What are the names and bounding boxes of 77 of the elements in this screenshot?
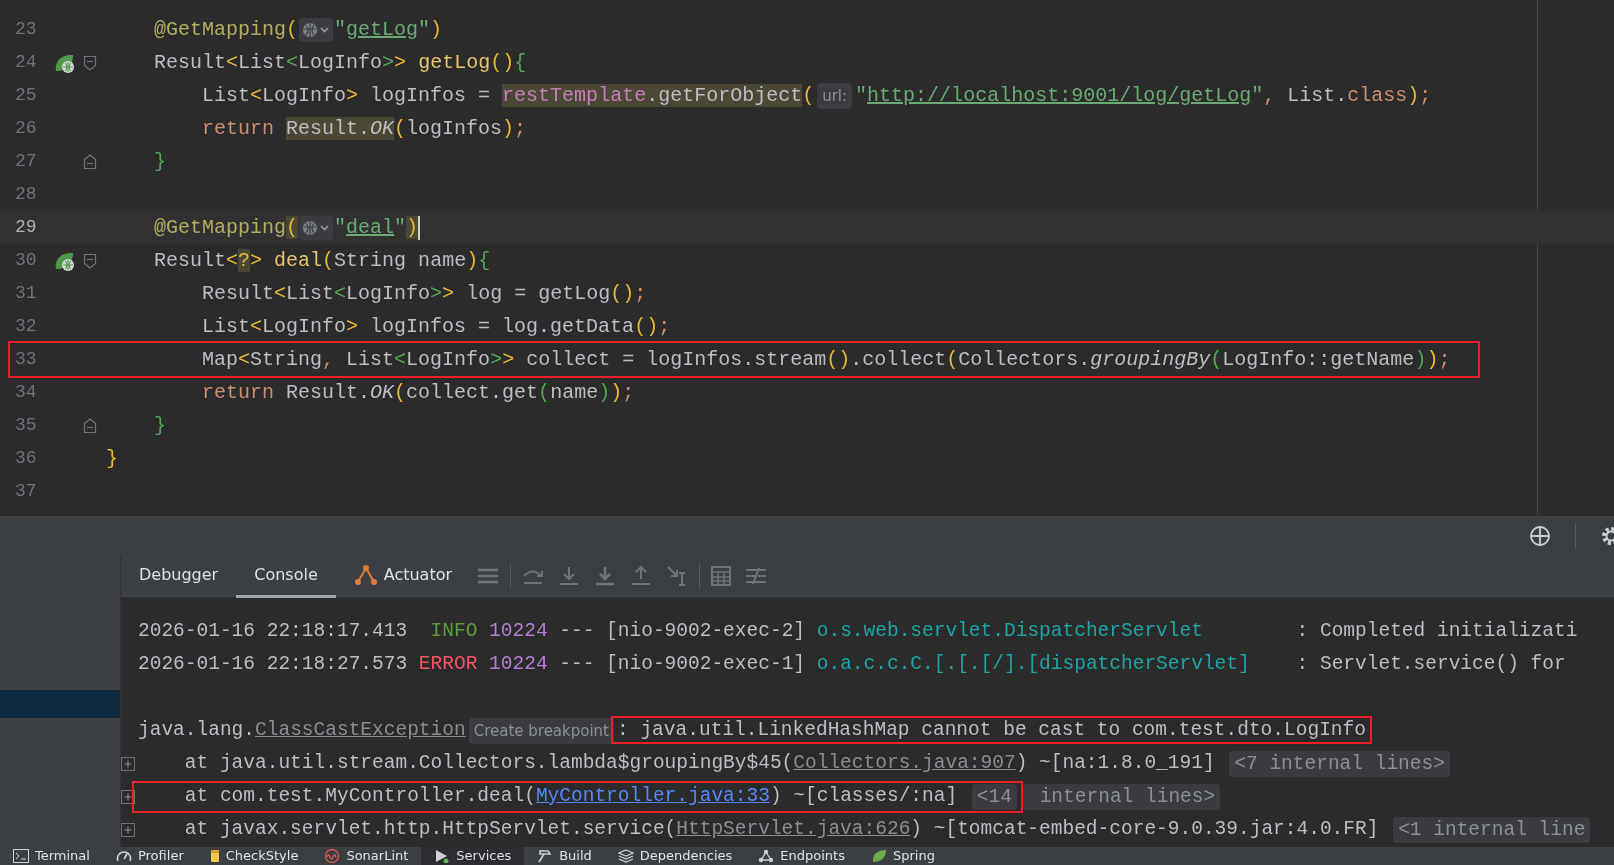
code-text: return Result.OK(logInfos); bbox=[201, 115, 527, 142]
terminal-icon bbox=[13, 849, 29, 863]
tool-window-button[interactable]: CheckStyle bbox=[196, 847, 312, 865]
expand-icon[interactable] bbox=[121, 789, 135, 804]
link[interactable]: getLog bbox=[346, 17, 419, 41]
line-number: 34 bbox=[14, 381, 38, 404]
actuator-icon bbox=[353, 563, 378, 586]
code-text: Map<String, List<LogInfo>> collect = logInfos.stream().collect(Collectors.groupingBy(LogInfo::getName)); bbox=[201, 346, 1451, 373]
line-number: 33 bbox=[14, 348, 38, 371]
crosshair-icon[interactable] bbox=[1529, 524, 1551, 547]
line-number: 26 bbox=[14, 117, 38, 140]
line-number: 30 bbox=[14, 249, 38, 272]
code-text: List<LogInfo> logInfos = restTemplate.getForObject( bbox=[201, 82, 815, 109]
tool-window-button[interactable]: Endpoints bbox=[745, 847, 858, 865]
tool-window-button[interactable]: SonarLint bbox=[311, 847, 422, 865]
code-text: } bbox=[153, 412, 166, 439]
console-text: at javax.servlet.http.HttpServlet.service(HttpServlet.java:626) ~[tomcat-embed-core-9.0.39.jar:4.0.FR] bbox=[183, 816, 1380, 842]
tool-window-button[interactable]: Build bbox=[524, 847, 605, 865]
code-text: Result<?> deal(String name){ bbox=[153, 247, 491, 274]
link[interactable]: deal bbox=[346, 215, 395, 239]
code-text: "http://localhost:9001/log/getLog", List.class); bbox=[855, 82, 1432, 109]
console-text: 2026-01-16 22:18:27.573 ERROR 10224 --- [nio-9002-exec-1] o.a.c.c.C.[.[.[/].[dispatcherServlet] : Servlet.service() for bbox=[138, 651, 1566, 677]
line-number: 32 bbox=[14, 315, 38, 338]
code-text: return Result.OK(collect.get(name)); bbox=[201, 379, 635, 406]
code-text: "deal") bbox=[334, 214, 419, 241]
wave-icon bbox=[324, 849, 341, 863]
line-number: 25 bbox=[14, 84, 38, 107]
code-text: @GetMapping( bbox=[153, 214, 299, 241]
code-text: "getLog") bbox=[334, 16, 443, 43]
code-text: } bbox=[153, 148, 166, 175]
console-text: : java.util.LinkedHashMap cannot be cast to com.test.dto.LogInfo bbox=[617, 717, 1366, 743]
code-text: List<LogInfo> logInfos = log.getData(); bbox=[201, 313, 671, 340]
link[interactable]: Collectors.java:907 bbox=[793, 751, 1016, 774]
link[interactable]: ClassCastException bbox=[255, 718, 466, 741]
nodes-icon bbox=[758, 849, 775, 863]
console-text: java.lang.ClassCastException bbox=[138, 717, 466, 743]
play-icon bbox=[434, 849, 451, 863]
expand-icon[interactable] bbox=[121, 822, 135, 837]
code-text: @GetMapping( bbox=[153, 16, 299, 43]
console-text: at java.util.stream.Collectors.lambda$groupingBy$45(Collectors.java:907) ~[na:1.8.0_191] bbox=[183, 750, 1216, 776]
line-number: 23 bbox=[14, 18, 38, 41]
console-text: at com.test.MyController.deal(MyController.java:33) ~[classes/:na] bbox=[183, 783, 959, 809]
gauge-icon bbox=[115, 849, 132, 863]
code-text: Result<List<LogInfo>> log = getLog(); bbox=[201, 280, 647, 307]
fold-icon[interactable] bbox=[83, 54, 97, 71]
code-text: Result<List<LogInfo>> getLog(){ bbox=[153, 49, 527, 76]
tool-window-button[interactable]: Services bbox=[421, 847, 525, 865]
tool-window-button[interactable]: Terminal bbox=[0, 847, 103, 865]
tool-window-button[interactable]: Spring bbox=[858, 847, 948, 865]
tab[interactable]: Debugger bbox=[121, 554, 237, 598]
link[interactable]: HttpServlet.java:626 bbox=[676, 817, 911, 840]
line-number: 28 bbox=[14, 183, 38, 206]
code-text: } bbox=[106, 445, 118, 472]
line-number: 35 bbox=[14, 414, 38, 437]
globe-dropdown-icon[interactable] bbox=[299, 17, 334, 42]
tool-window-button[interactable]: Profiler bbox=[102, 847, 197, 865]
line-number: 36 bbox=[14, 447, 38, 470]
hammer-icon bbox=[537, 849, 554, 863]
link[interactable]: MyController.java:33 bbox=[535, 784, 770, 807]
line-number: 31 bbox=[14, 282, 38, 305]
inlay-hint: url: bbox=[817, 82, 853, 109]
expand-icon[interactable] bbox=[121, 756, 135, 771]
line-number: 29 bbox=[14, 216, 38, 239]
fold-icon[interactable] bbox=[83, 153, 97, 170]
tab[interactable]: Actuator bbox=[335, 554, 471, 598]
globe-dropdown-icon[interactable] bbox=[299, 215, 334, 240]
line-number: 37 bbox=[14, 480, 38, 503]
fold-icon[interactable] bbox=[83, 252, 97, 269]
tool-window-button[interactable]: Dependencies bbox=[604, 847, 746, 865]
line-number: 24 bbox=[14, 51, 38, 74]
link[interactable]: http://localhost:9001/log/getLog bbox=[867, 83, 1252, 107]
text-cursor bbox=[418, 215, 421, 240]
fold-icon[interactable] bbox=[83, 417, 97, 434]
layers-icon bbox=[617, 849, 634, 863]
line-number: 27 bbox=[14, 150, 38, 173]
leaf-icon bbox=[871, 849, 887, 863]
console-text: 2026-01-16 22:18:17.413 INFO 10224 --- [nio-9002-exec-2] o.s.web.servlet.DispatcherServlet : Completed initializati bbox=[138, 618, 1578, 644]
